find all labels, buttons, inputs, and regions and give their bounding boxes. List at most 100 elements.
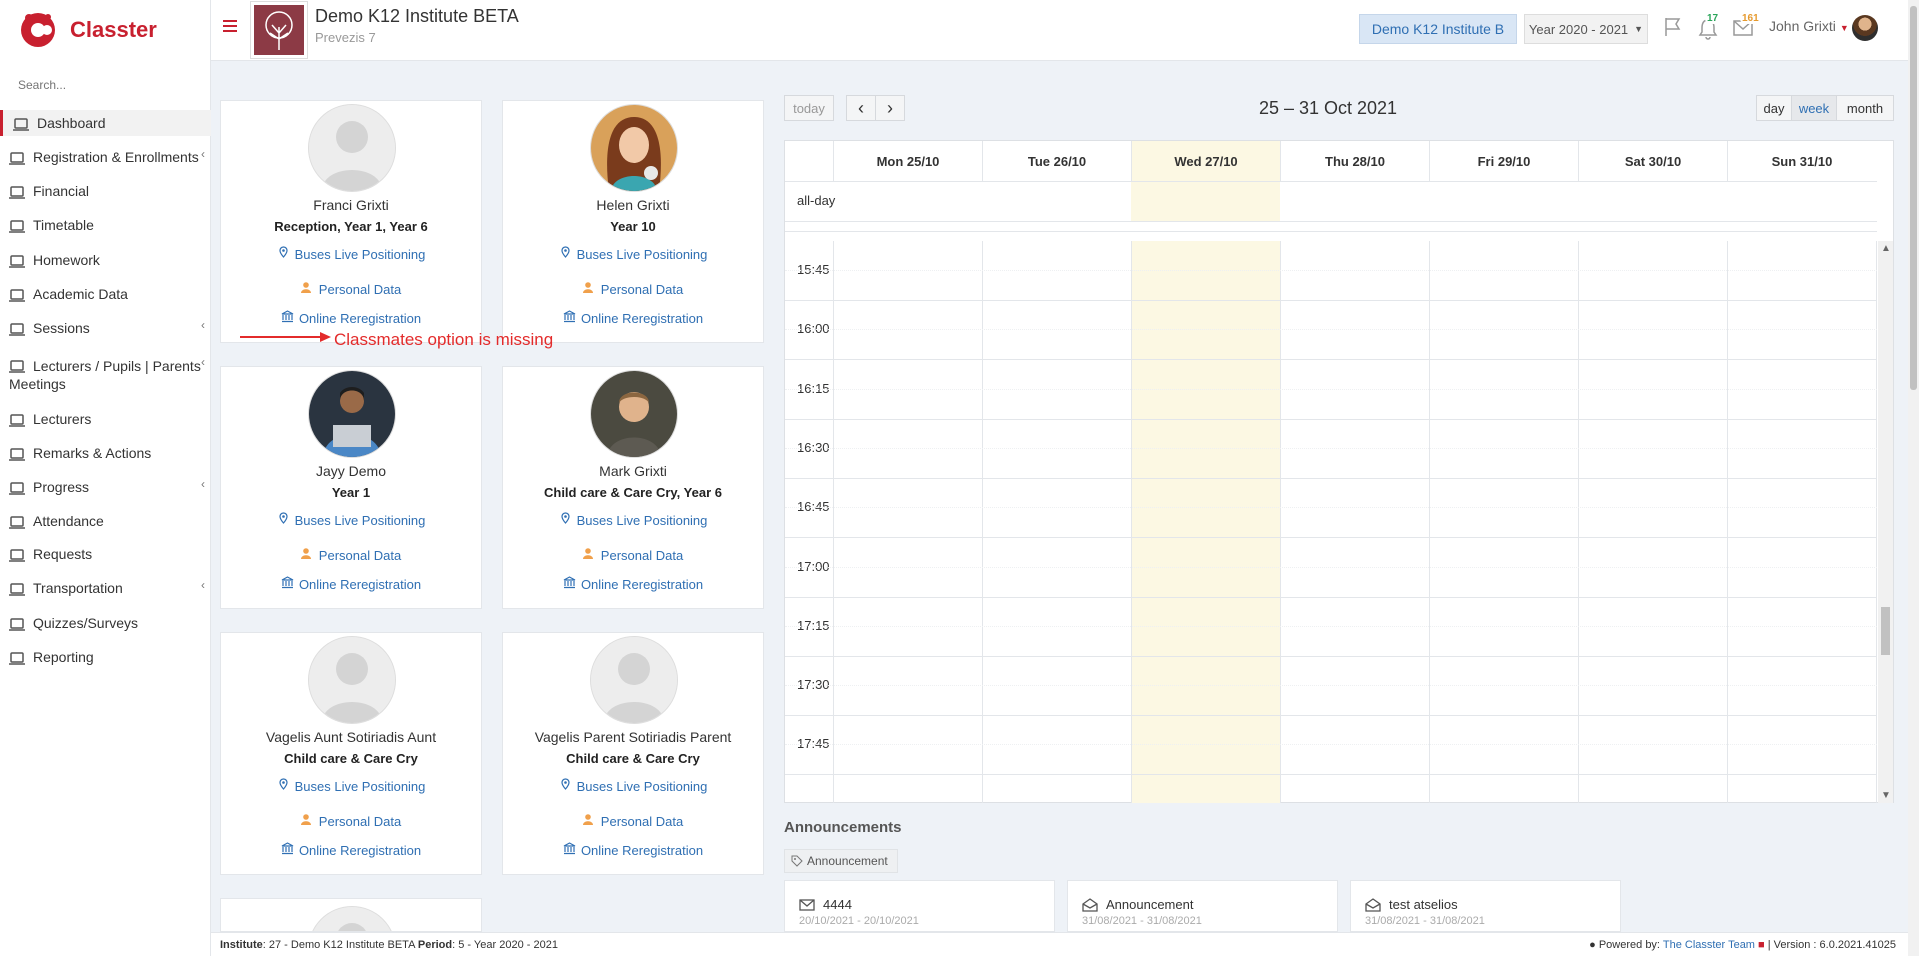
day-header[interactable]: Wed 27/10 <box>1131 141 1280 181</box>
envelope-open-icon <box>1365 898 1381 912</box>
user-menu[interactable]: John Grixti ▼ <box>1769 18 1849 34</box>
sidebar-item-label: Homework <box>33 252 100 268</box>
online-reregistration-link[interactable]: Online Reregistration <box>503 842 763 858</box>
view-week-button[interactable]: week <box>1791 95 1837 121</box>
year-select[interactable]: Year 2020 - 2021 ▼ <box>1524 14 1648 44</box>
buses-live-positioning-link[interactable]: Buses Live Positioning <box>503 512 763 528</box>
map-marker-icon <box>277 778 290 794</box>
day-header[interactable]: Fri 29/10 <box>1429 141 1578 181</box>
buses-live-positioning-link[interactable]: Buses Live Positioning <box>221 512 481 528</box>
personal-data-link[interactable]: Personal Data <box>221 547 481 563</box>
institute-subtitle: Prevezis 7 <box>315 30 376 45</box>
next-week-button[interactable]: › <box>875 95 905 121</box>
sidebar-item-6[interactable]: Sessions ‹ <box>0 315 211 341</box>
announcement-tag[interactable]: Announcement <box>784 849 898 873</box>
page-scrollbar-thumb[interactable] <box>1910 6 1917 390</box>
scroll-up-icon[interactable]: ▲ <box>1881 243 1891 254</box>
sidebar-item-0[interactable]: Dashboard <box>0 110 211 136</box>
announcement-title: test atselios <box>1389 897 1458 912</box>
person-icon <box>582 281 596 297</box>
online-reregistration-link[interactable]: Online Reregistration <box>221 576 481 592</box>
person-photo[interactable] <box>591 105 677 191</box>
buses-live-positioning-link[interactable]: Buses Live Positioning <box>221 246 481 262</box>
scroll-down-icon[interactable]: ▼ <box>1881 790 1891 801</box>
personal-data-link[interactable]: Personal Data <box>503 547 763 563</box>
personal-data-link[interactable]: Personal Data <box>221 813 481 829</box>
announcement-card[interactable]: test atselios 31/08/2021 - 31/08/2021 <box>1350 880 1621 932</box>
day-header[interactable]: Thu 28/10 <box>1280 141 1429 181</box>
personal-data-link[interactable]: Personal Data <box>503 813 763 829</box>
online-reregistration-link[interactable]: Online Reregistration <box>503 310 763 326</box>
sidebar-item-2[interactable]: Financial <box>0 178 211 204</box>
view-day-button[interactable]: day <box>1756 95 1792 121</box>
personal-data-link[interactable]: Personal Data <box>221 281 481 297</box>
institute-button[interactable]: Demo K12 Institute B <box>1359 14 1517 44</box>
calendar-week-grid[interactable]: Mon 25/10 Tue 26/10 Wed 27/10 Thu 28/10 Fri … <box>784 140 1894 803</box>
online-reregistration-link[interactable]: Online Reregistration <box>503 576 763 592</box>
user-name: John Grixti <box>1769 18 1836 34</box>
coins-icon <box>9 322 27 336</box>
time-slot-line <box>785 715 1877 717</box>
person-photo[interactable] <box>309 637 395 723</box>
sidebar-item-label: Financial <box>33 183 90 199</box>
sidebar-item-8[interactable]: Lecturers <box>0 406 211 432</box>
announcement-card[interactable]: 4444 20/10/2021 - 20/10/2021 <box>784 880 1055 932</box>
sidebar-item-12[interactable]: Requests <box>0 541 211 567</box>
top-header: Demo K12 Institute BETA Prevezis 7 Demo … <box>211 0 1908 61</box>
view-month-button[interactable]: month <box>1836 95 1894 121</box>
sidebar-item-15[interactable]: Reporting <box>0 644 211 670</box>
footer-powered-label: Powered by: <box>1598 939 1660 951</box>
person-name: Mark Grixti <box>599 463 667 479</box>
bank-icon <box>281 310 294 326</box>
sidebar-search-input[interactable] <box>10 70 192 100</box>
person-photo[interactable] <box>309 371 395 457</box>
sidebar-item-3[interactable]: Timetable <box>0 212 211 238</box>
sidebar-item-5[interactable]: Academic Data <box>0 281 211 307</box>
map-marker-icon <box>559 778 572 794</box>
buses-link-label: Buses Live Positioning <box>576 246 708 262</box>
person-name: Helen Grixti <box>596 197 670 213</box>
person-photo[interactable] <box>591 371 677 457</box>
buses-live-positioning-link[interactable]: Buses Live Positioning <box>503 778 763 794</box>
buses-live-positioning-link[interactable]: Buses Live Positioning <box>503 246 763 262</box>
today-column <box>1131 241 1280 803</box>
personal-data-link[interactable]: Personal Data <box>503 281 763 297</box>
day-header[interactable]: Tue 26/10 <box>982 141 1131 181</box>
person-photo[interactable] <box>309 907 395 931</box>
sidebar-item-10[interactable]: Progress ‹ <box>0 474 211 500</box>
sidebar-item-1[interactable]: Registration & Enrollments ‹ <box>0 144 211 170</box>
today-button[interactable]: today <box>784 95 834 121</box>
sidebar-item-13[interactable]: Transportation ‹ <box>0 575 211 601</box>
flag-icon[interactable] <box>1662 16 1684 38</box>
announcement-card[interactable]: Announcement 31/08/2021 - 31/08/2021 <box>1067 880 1338 932</box>
calendar-scrollbar[interactable]: ▲ ▼ <box>1878 241 1893 803</box>
day-header[interactable]: Mon 25/10 <box>833 141 982 181</box>
personal-link-label: Personal Data <box>600 547 684 563</box>
sidebar-item-9[interactable]: Remarks & Actions <box>0 440 211 466</box>
sidebar-item-11[interactable]: Attendance <box>0 508 211 534</box>
user-icon <box>9 413 27 427</box>
page-scrollbar[interactable] <box>1908 0 1919 956</box>
bus-icon <box>9 582 27 596</box>
footer-powered-link[interactable]: The Classter Team <box>1663 939 1755 951</box>
buses-live-positioning-link[interactable]: Buses Live Positioning <box>221 778 481 794</box>
person-photo[interactable] <box>309 105 395 191</box>
day-header[interactable]: Sun 31/10 <box>1727 141 1876 181</box>
sidebar-item-14[interactable]: Quizzes/Surveys <box>0 610 211 636</box>
sidebar-item-4[interactable]: Homework <box>0 247 211 273</box>
user-avatar[interactable] <box>1852 15 1878 41</box>
sidebar-item-label-2: Meetings <box>9 376 66 392</box>
online-reregistration-link[interactable]: Online Reregistration <box>221 310 481 326</box>
sidebar-item-label: Lecturers <box>33 411 92 427</box>
rereg-link-label: Online Reregistration <box>580 842 704 858</box>
day-column-divider <box>1727 241 1728 803</box>
sidebar-item-label: Dashboard <box>37 115 106 131</box>
hamburger-menu-icon[interactable] <box>223 20 237 33</box>
day-header[interactable]: Sat 30/10 <box>1578 141 1727 181</box>
sidebar-item-7[interactable]: Lecturers / Pupils | Parents Meetings ‹ <box>0 352 211 396</box>
app-logo[interactable]: Classter <box>18 10 157 50</box>
person-photo[interactable] <box>591 637 677 723</box>
calendar-scrollbar-thumb[interactable] <box>1881 607 1890 655</box>
prev-week-button[interactable]: ‹ <box>846 95 876 121</box>
online-reregistration-link[interactable]: Online Reregistration <box>221 842 481 858</box>
